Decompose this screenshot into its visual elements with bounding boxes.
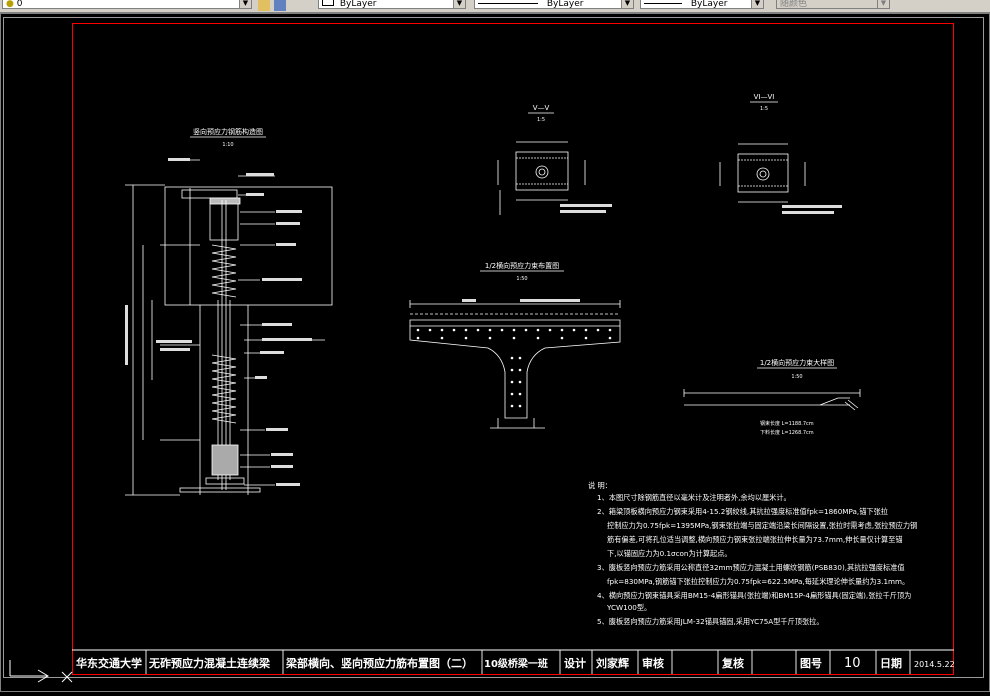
layer-manager-icon[interactable] xyxy=(258,0,270,11)
school-name: 华东交通大学 xyxy=(76,656,142,670)
section-vi-vi: VI—VI 1:5 xyxy=(719,93,842,214)
properties-toolbar: ● 0 ▼ ByLayer ▼ ByLayer ▼ ByLayer ▼ 随颜色 … xyxy=(0,0,990,13)
ucs-icon xyxy=(9,660,73,683)
linetype-value: ByLayer xyxy=(546,0,584,9)
chevron-down-icon[interactable]: ▼ xyxy=(751,0,763,8)
lineweight-value: ByLayer xyxy=(690,0,728,9)
detail-scale: 1:50 xyxy=(791,374,802,380)
designer-name: 刘家辉 xyxy=(596,656,629,670)
left-detail-scale: 1:10 xyxy=(222,142,233,148)
layer-states-icon[interactable] xyxy=(274,0,286,11)
note-line-6: 3、腹板竖向预应力筋采用公称直径32mm预应力混凝土用螺纹钢筋(PSB830),… xyxy=(597,563,905,572)
layer-value: 0 xyxy=(16,0,23,9)
layer-dropdown[interactable]: ● 0 ▼ xyxy=(2,0,252,9)
date-value: 2014.5.22 xyxy=(914,660,955,669)
tendon-detail: 1/2横向预应力束大样图 1:50 钢束长度 L=1188.7cm 下料长度 L… xyxy=(683,358,861,436)
chevron-down-icon[interactable]: ▼ xyxy=(621,0,633,8)
note-line-3: 控制应力为0.75fpk=1395MPa,钢束张拉端与固定端沿梁长间隔设置,张拉… xyxy=(607,521,917,530)
linetype-sample-icon xyxy=(478,3,538,4)
section-v-scale: 1:5 xyxy=(537,117,545,123)
note-line-2: 2、箱梁顶板横向预应力钢束采用4-15.2钢绞线,其抗拉强度标准值fpk=186… xyxy=(597,507,888,516)
drawing-svg: 竖向预应力钢筋构造图 1:10 V—V 1:5 VI—VI 1:5 1/2横向预… xyxy=(0,13,990,692)
class-name: 10级桥梁一班 xyxy=(484,657,548,670)
review-label: 审核 xyxy=(642,656,664,670)
chevron-down-icon[interactable]: ▼ xyxy=(239,0,251,8)
color-dropdown[interactable]: ByLayer ▼ xyxy=(318,0,466,9)
bulb-icon: ● xyxy=(6,0,14,9)
strand-dots xyxy=(416,328,612,408)
lineweight-sample-icon xyxy=(644,3,682,4)
transverse-layout: 1/2横向预应力束布置图 1:50 xyxy=(409,261,621,429)
note-line-7: fpk=830MPa,钢筋锚下张拉控制应力为0.75fpk=622.5MPa,每… xyxy=(607,577,909,586)
chevron-down-icon[interactable]: ▼ xyxy=(877,0,889,8)
project-name: 无砟预应力混凝土连续梁 xyxy=(148,656,271,670)
note-line-4: 筋有偏差,可将孔位适当调整,横向预应力钢束张拉端张拉伸长量为73.7mm,伸长量… xyxy=(607,535,903,544)
section-v-title: V—V xyxy=(533,104,550,112)
lineweight-dropdown[interactable]: ByLayer ▼ xyxy=(640,0,764,9)
section-vi-title: VI—VI xyxy=(754,93,775,101)
note-line-10: 5、腹板竖向预应力筋采用JLM-32锚具锚固,采用YC75A型千斤顶张拉。 xyxy=(597,617,824,626)
note-line-1: 1、本图尺寸除钢筋直径以毫米计及注明者外,余均以厘米计。 xyxy=(597,493,791,502)
figure-number: 10 xyxy=(844,656,861,671)
linetype-dropdown[interactable]: ByLayer ▼ xyxy=(474,0,634,9)
notes-block: 说 明： 1、本图尺寸除钢筋直径以毫米计及注明者外,余均以厘米计。 2、箱梁顶板… xyxy=(588,481,917,626)
layout-title: 1/2横向预应力束布置图 xyxy=(485,261,559,270)
design-label: 设计 xyxy=(564,656,586,670)
chevron-down-icon[interactable]: ▼ xyxy=(453,0,465,8)
layout-scale: 1:50 xyxy=(516,276,527,282)
plotstyle-dropdown[interactable]: 随颜色 ▼ xyxy=(776,0,890,9)
note-line-9: YCW100型。 xyxy=(606,603,651,612)
section-v-v: V—V 1:5 xyxy=(497,104,612,215)
detail-title: 1/2横向预应力束大样图 xyxy=(760,358,834,367)
note-line-8: 4、横向预应力钢束锚具采用BM15-4扁形锚具(张拉端)和BM15P-4扁形锚具… xyxy=(597,591,911,600)
title-block: 华东交通大学 无砟预应力混凝土连续梁 梁部横向、竖向预应力筋布置图（二） 10级… xyxy=(72,649,955,674)
section-vi-scale: 1:5 xyxy=(760,106,768,112)
recheck-label: 复核 xyxy=(721,656,744,670)
date-label: 日期 xyxy=(880,656,902,670)
notes-heading: 说 明： xyxy=(588,481,612,490)
detail-length-1: 钢束长度 L=1188.7cm xyxy=(760,420,814,427)
left-detail-title: 竖向预应力钢筋构造图 xyxy=(193,127,263,136)
vertical-prestress-detail: 竖向预应力钢筋构造图 1:10 xyxy=(125,127,333,496)
figure-number-label: 图号 xyxy=(800,657,822,670)
color-swatch-icon xyxy=(322,0,334,6)
color-value: ByLayer xyxy=(339,0,377,9)
detail-length-2: 下料长度 L=1268.7cm xyxy=(760,429,814,436)
note-line-5: 下,以锚固应力为0.1σcon为计算起点。 xyxy=(607,549,732,558)
plotstyle-value: 随颜色 xyxy=(780,0,808,9)
drawing-canvas[interactable]: 竖向预应力钢筋构造图 1:10 V—V 1:5 VI—VI 1:5 1/2横向预… xyxy=(0,13,990,692)
drawing-name: 梁部横向、竖向预应力筋布置图（二） xyxy=(285,656,473,670)
